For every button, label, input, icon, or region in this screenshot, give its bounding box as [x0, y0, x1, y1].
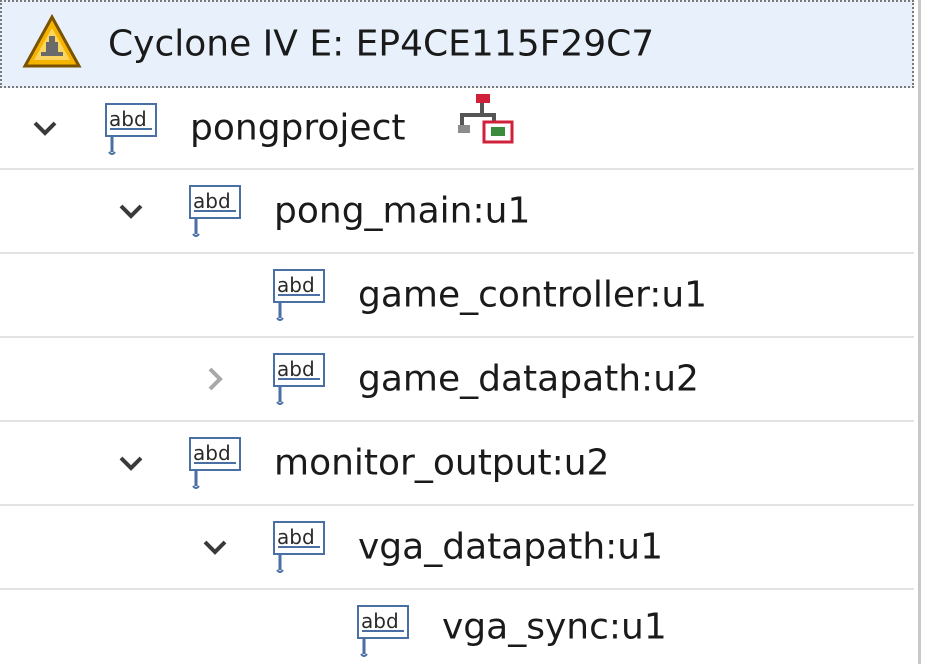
abd-entity-icon: abd — [356, 600, 414, 660]
warning-triangle-icon — [22, 13, 82, 70]
tree-row-monitor-output[interactable]: abd monitor_output:u2 — [0, 422, 914, 506]
node-label: pongproject — [190, 107, 406, 149]
node-label: pong_main:u1 — [274, 190, 531, 232]
tree-row-pong-main[interactable]: abd pong_main:u1 — [0, 170, 914, 254]
svg-text:abd: abd — [277, 525, 315, 549]
node-label: vga_sync:u1 — [442, 606, 667, 648]
chevron-down-icon[interactable] — [30, 113, 60, 143]
tree-row-vga-datapath[interactable]: abd vga_datapath:u1 — [0, 506, 914, 590]
abd-entity-icon: abd — [272, 516, 330, 576]
tree-row-device[interactable]: Cyclone IV E: EP4CE115F29C7 — [0, 0, 914, 88]
tree-row-game-datapath[interactable]: abd game_datapath:u2 — [0, 338, 914, 422]
chevron-down-icon[interactable] — [200, 532, 230, 562]
chevron-right-icon[interactable] — [200, 364, 230, 394]
svg-text:abd: abd — [277, 273, 315, 297]
svg-text:abd: abd — [361, 609, 399, 633]
svg-text:abd: abd — [109, 107, 147, 131]
abd-entity-icon: abd — [188, 180, 246, 240]
project-hierarchy-tree: Cyclone IV E: EP4CE115F29C7 abd pongproj… — [0, 0, 932, 664]
svg-text:abd: abd — [277, 357, 315, 381]
tree-row-game-controller[interactable]: abd game_controller:u1 — [0, 254, 914, 338]
abd-entity-icon: abd — [272, 264, 330, 324]
tree-row-pongproject[interactable]: abd pongproject — [0, 88, 914, 170]
node-label: game_datapath:u2 — [358, 358, 699, 400]
node-label: monitor_output:u2 — [274, 442, 610, 484]
device-label: Cyclone IV E: EP4CE115F29C7 — [108, 23, 655, 65]
vertical-scrollbar[interactable] — [918, 0, 932, 664]
tree-row-vga-sync[interactable]: abd vga_sync:u1 — [0, 590, 914, 664]
node-label: game_controller:u1 — [358, 274, 708, 316]
node-label: vga_datapath:u1 — [358, 526, 663, 568]
abd-entity-icon: abd — [188, 432, 246, 492]
svg-text:abd: abd — [193, 189, 231, 213]
abd-entity-icon: abd — [272, 348, 330, 408]
svg-text:abd: abd — [193, 441, 231, 465]
chevron-down-icon[interactable] — [116, 448, 146, 478]
hierarchy-icon[interactable] — [458, 92, 514, 144]
chevron-down-icon[interactable] — [116, 196, 146, 226]
abd-entity-icon: abd — [104, 98, 162, 158]
